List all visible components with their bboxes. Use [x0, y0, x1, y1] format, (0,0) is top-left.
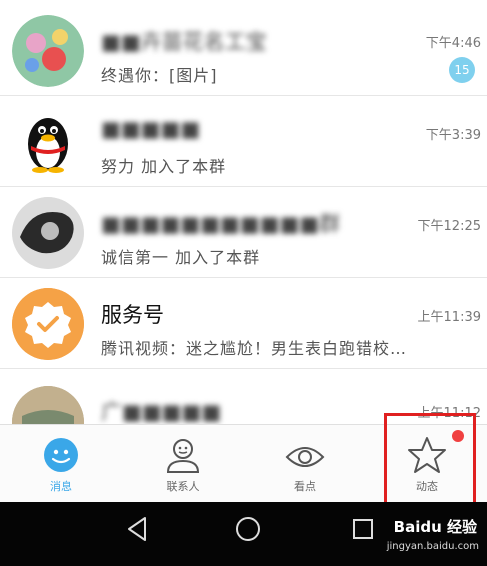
qq-penguin-avatar: [12, 106, 84, 178]
avatar: [12, 197, 84, 269]
avatar: [12, 15, 84, 87]
baidu-watermark: Baidu 经验: [393, 518, 477, 536]
avatar: [12, 386, 84, 424]
watermark-url: jingyan.baidu.com: [386, 541, 479, 552]
chat-preview: 终遇你：[图片]: [101, 66, 218, 85]
chat-name: ■■■■■: [101, 117, 201, 141]
chat-row[interactable]: ■■■■■ 努力 加入了本群 下午3:39: [0, 97, 487, 187]
unread-badge: 15: [449, 57, 475, 83]
chat-row[interactable]: ■■■■■■■■■■■群 诚信第一 加入了本群 下午12:25: [0, 188, 487, 278]
chat-face-icon: [44, 438, 78, 472]
chat-preview: 腾讯视频：迷之尴尬！男生表白跑错校…: [101, 339, 408, 358]
tab-contacts[interactable]: 联系人: [122, 425, 244, 503]
chat-time: 下午3:39: [425, 128, 481, 143]
eye-icon: [285, 447, 325, 467]
highlight-annotation-box: [384, 413, 476, 507]
chat-row[interactable]: ■■卉苗花名工宝 终遇你：[图片] 下午4:46 15: [0, 6, 487, 96]
chat-preview: 诚信第一 加入了本群: [101, 248, 261, 267]
chat-name: ■■■■■■■■■■■群: [101, 212, 341, 236]
tab-label: 消息: [50, 480, 72, 493]
tab-label: 联系人: [166, 480, 200, 493]
chat-name: ■■卉苗花名工宝: [101, 30, 267, 54]
chat-preview: 努力 加入了本群: [101, 157, 227, 176]
back-icon[interactable]: [126, 516, 148, 542]
tab-messages[interactable]: 消息: [0, 425, 122, 503]
chat-time: 下午4:46: [425, 36, 481, 51]
home-icon[interactable]: [235, 516, 261, 542]
chat-row[interactable]: 服务号 腾讯视频：迷之尴尬！男生表白跑错校… 上午11:39: [0, 279, 487, 369]
chat-time: 下午12:25: [417, 219, 481, 234]
chat-name: 服务号: [101, 303, 164, 327]
chat-list: ■■卉苗花名工宝 终遇你：[图片] 下午4:46 15 ■■■■■ 努力 加入了…: [0, 0, 487, 424]
service-badge-avatar: [12, 288, 84, 360]
contact-person-icon: [166, 439, 200, 473]
chat-time: 上午11:39: [417, 310, 481, 325]
tab-discover[interactable]: 看点: [244, 425, 366, 503]
chat-name: 广■■■■■: [101, 400, 222, 424]
recent-apps-icon[interactable]: [352, 518, 374, 540]
tab-label: 看点: [294, 480, 316, 493]
